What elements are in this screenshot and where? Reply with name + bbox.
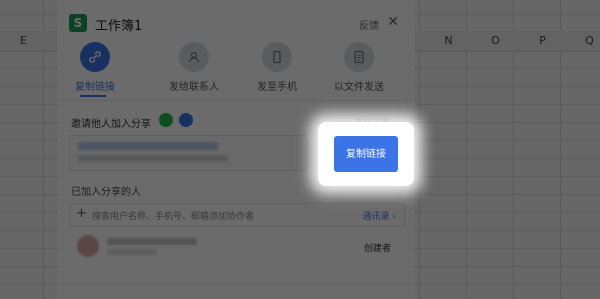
- member-role: 创建者: [363, 244, 391, 254]
- avatar: [77, 235, 99, 257]
- dialog-header: S 工作簿1 反馈 ✕: [69, 14, 405, 34]
- option-label: 以文件发送: [334, 82, 384, 93]
- divider: [57, 283, 415, 284]
- blurred-member-detail: [107, 249, 157, 255]
- sheet-app-logo-icon: S: [69, 14, 87, 32]
- option-label: 复制链接: [75, 82, 115, 93]
- person-icon: [179, 42, 209, 72]
- active-tab-indicator: [80, 95, 106, 97]
- divider: [57, 100, 415, 101]
- blurred-link-url: [78, 155, 228, 162]
- option-send-phone[interactable]: 发至手机: [237, 42, 317, 93]
- share-options: 复制链接 发给联系人 发至手机 以文件发送: [57, 42, 415, 102]
- option-send-contact[interactable]: 发给联系人: [154, 42, 234, 93]
- blurred-member-name: [107, 238, 197, 245]
- share-link-box[interactable]: [69, 135, 307, 171]
- copy-link-button[interactable]: 复制链接: [334, 136, 398, 172]
- member-row: 创建者: [69, 235, 403, 265]
- search-input[interactable]: 搜索用户名称、手机号、邮箱添加协作者: [92, 209, 254, 222]
- plus-icon: +: [76, 206, 87, 221]
- phone-icon: [262, 42, 292, 72]
- invite-label: 邀请他人加入分享: [71, 119, 151, 130]
- wechat-icon[interactable]: [159, 113, 173, 127]
- close-icon[interactable]: ✕: [387, 14, 399, 30]
- dialog-title: 工作簿1: [95, 19, 143, 34]
- feedback-link[interactable]: 反馈: [359, 17, 379, 32]
- option-label: 发给联系人: [169, 82, 219, 93]
- option-send-file[interactable]: 以文件发送: [319, 42, 399, 93]
- qrcode-icon[interactable]: [179, 113, 193, 127]
- blurred-link-text: [78, 142, 218, 150]
- file-icon: [344, 42, 374, 72]
- joined-label: 已加入分享的人: [71, 187, 141, 198]
- contacts-link[interactable]: 通讯录 ›: [363, 209, 396, 222]
- collaborator-search[interactable]: + 搜索用户名称、手机号、邮箱添加协作者 通讯录 ›: [69, 203, 405, 227]
- link-icon: [80, 42, 110, 72]
- option-label: 发至手机: [257, 82, 297, 93]
- option-copy-link[interactable]: 复制链接: [55, 42, 135, 93]
